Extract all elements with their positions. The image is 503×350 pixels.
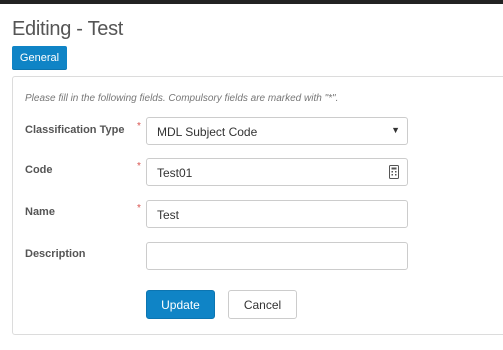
tab-general[interactable]: General: [12, 46, 67, 70]
top-bar: [0, 0, 503, 4]
required-marker: *: [137, 161, 141, 172]
name-input[interactable]: Test: [146, 200, 408, 228]
chevron-down-icon: ▼: [391, 125, 400, 135]
classification-type-label: Classification Type: [25, 124, 125, 136]
name-value: Test: [157, 208, 180, 222]
page-title: Editing - Test: [12, 18, 124, 40]
classification-type-value: MDL Subject Code: [157, 125, 258, 139]
code-value: Test01: [157, 166, 193, 180]
required-marker: *: [137, 203, 141, 214]
tab-general-label: General: [19, 52, 60, 64]
form-intro-text: Please fill in the following fields. Com…: [25, 93, 339, 104]
cancel-button[interactable]: Cancel: [228, 290, 297, 319]
required-marker: *: [137, 121, 141, 132]
classification-type-select[interactable]: MDL Subject Code ▼: [146, 117, 408, 145]
code-input[interactable]: Test01: [146, 158, 408, 186]
update-button[interactable]: Update: [146, 290, 215, 319]
description-input[interactable]: [146, 242, 408, 270]
name-label: Name: [25, 206, 55, 218]
keypad-icon[interactable]: [389, 165, 399, 179]
code-label: Code: [25, 164, 53, 176]
description-label: Description: [25, 248, 86, 260]
